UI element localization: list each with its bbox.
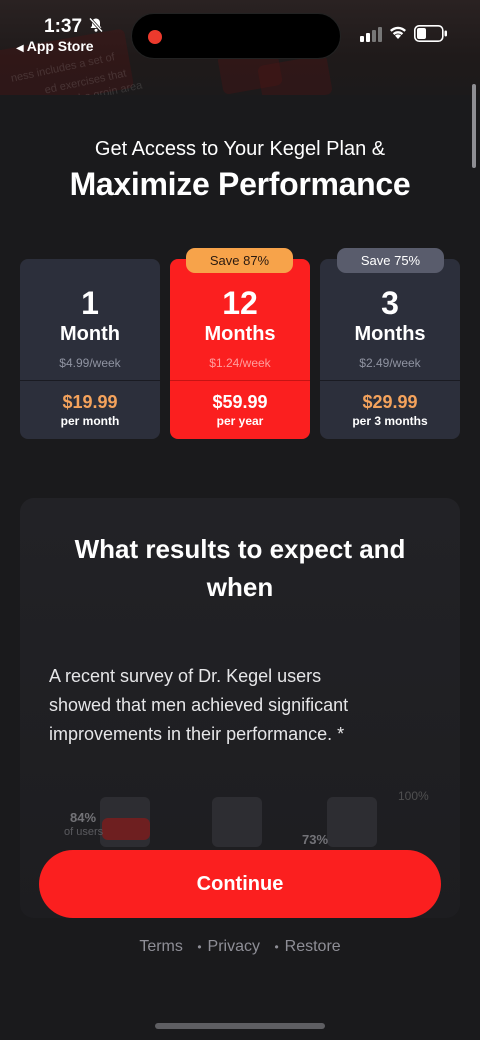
chart-value-84: 84% <box>70 810 97 825</box>
bell-slash-icon <box>88 17 104 33</box>
privacy-link[interactable]: Privacy <box>208 938 260 956</box>
plan-duration-unit: Months <box>204 323 276 345</box>
save-badge-75: Save 75% <box>337 248 444 273</box>
page-title: Maximize Performance <box>69 166 411 202</box>
continue-button[interactable]: Continue <box>39 850 441 918</box>
plan-price: $29.99 <box>362 392 418 412</box>
status-time: 1:37 <box>44 16 83 37</box>
plan-card-1-month[interactable]: 1 Month $4.99/week $19.99 per month <box>20 259 160 439</box>
footer-separator: • <box>197 940 202 954</box>
chart-bar-2 <box>212 797 262 847</box>
chart-value-73: 73% <box>302 832 329 847</box>
plan-duration-number: 1 <box>81 285 99 321</box>
dynamic-island <box>131 13 341 59</box>
back-to-app-store-link[interactable]: ◀ App Store <box>16 38 94 54</box>
results-description-line-2: showed that men achieved significant <box>49 695 349 715</box>
plan-period: per year <box>216 414 264 428</box>
restore-link[interactable]: Restore <box>285 938 341 956</box>
home-indicator[interactable] <box>155 1023 325 1029</box>
terms-link[interactable]: Terms <box>139 938 183 956</box>
plan-weekly-price: $2.49/week <box>359 356 421 370</box>
results-description-line-3: improvements in their performance. * <box>49 724 345 744</box>
plan-weekly-price: $1.24/week <box>209 356 271 370</box>
plan-duration-unit: Month <box>60 323 120 345</box>
plan-duration-unit: Months <box>354 323 426 345</box>
plan-price: $59.99 <box>212 392 268 412</box>
back-link-label: App Store <box>26 38 94 54</box>
battery-icon <box>414 25 447 42</box>
wifi-icon <box>390 26 406 39</box>
plan-price: $19.99 <box>62 392 118 412</box>
plan-period: per month <box>60 414 120 428</box>
recording-dot-icon <box>148 30 162 44</box>
page-subtitle: Get Access to Your Kegel Plan & <box>94 138 386 160</box>
plan-card-12-months[interactable]: 12 Months $1.24/week $59.99 per year <box>170 259 310 439</box>
plan-duration-number: 12 <box>222 285 258 321</box>
results-title-line-1: What results to expect and <box>74 534 406 564</box>
plan-divider <box>170 380 310 381</box>
back-arrow-icon: ◀ <box>16 43 24 54</box>
results-chart-preview: 84% of users 73% 100% <box>40 789 440 852</box>
plan-divider <box>20 380 160 381</box>
plan-duration-number: 3 <box>381 285 399 321</box>
plan-divider <box>320 380 460 381</box>
chart-axis-top: 100% <box>398 789 429 803</box>
results-description: A recent survey of Dr. Kegel users showe… <box>49 662 449 749</box>
save-badge-87: Save 87% <box>186 248 293 273</box>
chart-bar-3 <box>327 797 377 847</box>
plan-weekly-price: $4.99/week <box>59 356 121 370</box>
results-description-line-1: A recent survey of Dr. Kegel users <box>49 666 322 686</box>
results-title-line-2: when <box>206 572 274 602</box>
cellular-signal-icon <box>360 27 382 42</box>
plan-period: per 3 months <box>352 414 428 428</box>
results-title: What results to expect and when <box>20 530 460 606</box>
footer-separator: • <box>274 940 279 954</box>
chart-bar-highlight <box>102 818 150 840</box>
chart-sublabel: of users <box>64 826 104 838</box>
plan-card-3-months[interactable]: 3 Months $2.49/week $29.99 per 3 months <box>320 259 460 439</box>
footer-links: Terms • Privacy • Restore <box>0 938 480 956</box>
